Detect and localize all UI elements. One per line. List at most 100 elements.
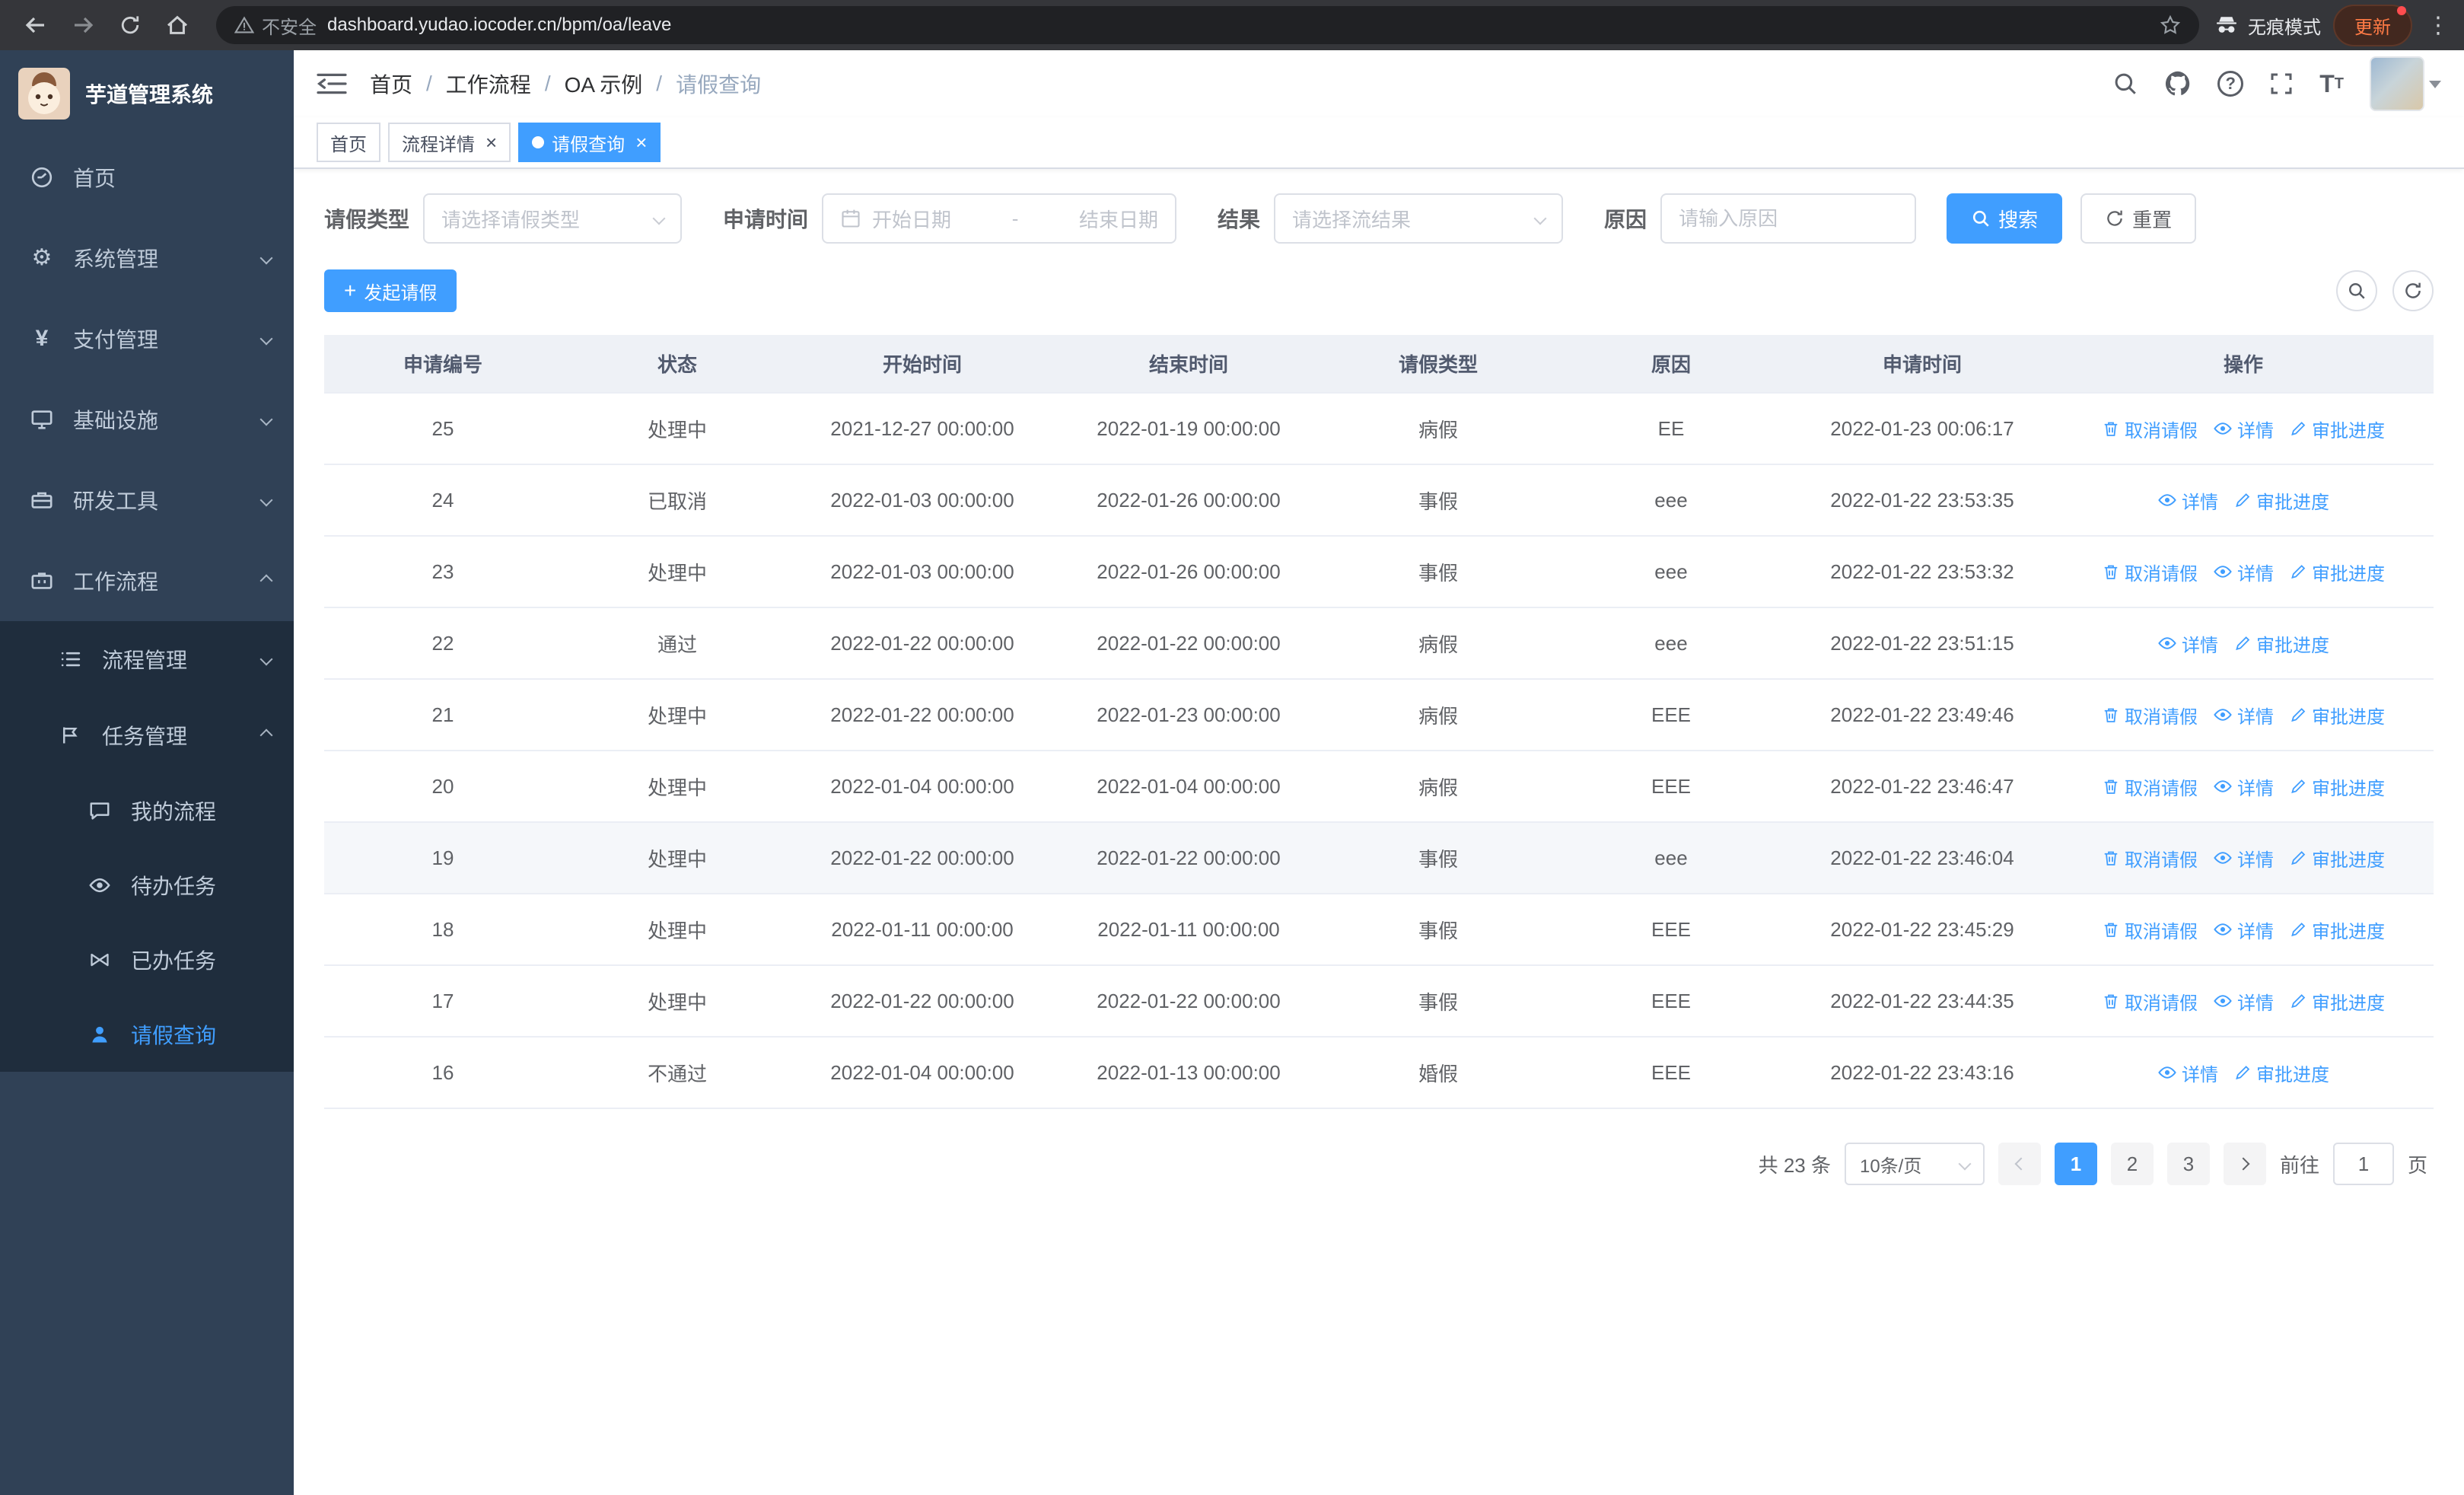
incognito-label: 无痕模式 (2248, 17, 2321, 38)
col-status: 状态 (562, 335, 793, 394)
page-button-2[interactable]: 2 (2110, 1143, 2154, 1185)
cancel-leave-link[interactable]: 取消请假 (2102, 702, 2198, 728)
sidebar-item-workflow[interactable]: 工作流程 (0, 540, 294, 621)
cell-reason: EEE (1551, 751, 1791, 823)
cell-leave-type: 事假 (1326, 894, 1551, 966)
reset-button[interactable]: 重置 (2080, 193, 2197, 244)
approval-progress-link[interactable]: 审批进度 (2233, 487, 2329, 514)
next-page-button[interactable] (2223, 1143, 2266, 1185)
tab-home[interactable]: 首页 (317, 123, 380, 162)
approval-progress-link[interactable]: 审批进度 (2289, 773, 2385, 800)
cancel-leave-link[interactable]: 取消请假 (2102, 773, 2198, 800)
approval-progress-link[interactable]: 审批进度 (2289, 916, 2385, 943)
sidebar-item-process-management[interactable]: 流程管理 (0, 621, 294, 697)
page-size-select[interactable]: 10条/页 (1844, 1143, 1985, 1185)
detail-link[interactable]: 详情 (2213, 702, 2274, 728)
prev-page-button[interactable] (1998, 1143, 2041, 1185)
sidebar-item-infrastructure[interactable]: 基础设施 (0, 379, 294, 460)
help-icon[interactable]: ? (2217, 71, 2244, 97)
cell-reason: EEE (1551, 1037, 1791, 1109)
tab-leave-query[interactable]: 请假查询 × (518, 123, 661, 162)
breadcrumb-item-workflow[interactable]: 工作流程 (446, 69, 531, 99)
sidebar-item-my-processes[interactable]: 我的流程 (0, 773, 294, 848)
detail-link[interactable]: 详情 (2213, 845, 2274, 872)
search-icon[interactable] (2112, 71, 2138, 97)
detail-link[interactable]: 详情 (2213, 916, 2274, 943)
close-icon[interactable]: × (635, 132, 647, 152)
approval-progress-link[interactable]: 审批进度 (2233, 1060, 2329, 1086)
goto-page-input[interactable] (2332, 1143, 2394, 1185)
refresh-icon (2105, 209, 2125, 228)
leave-table: 申请编号 状态 开始时间 结束时间 请假类型 原因 申请时间 操作 25 处理中… (324, 335, 2434, 1109)
yen-icon: ¥ (35, 326, 49, 351)
action-label: 取消请假 (2125, 850, 2198, 871)
create-leave-button[interactable]: + 发起请假 (324, 269, 457, 312)
cancel-leave-link[interactable]: 取消请假 (2102, 988, 2198, 1015)
detail-link[interactable]: 详情 (2213, 988, 2274, 1015)
detail-link[interactable]: 详情 (2213, 559, 2274, 585)
detail-link[interactable]: 详情 (2157, 487, 2218, 514)
browser-home-button[interactable] (157, 5, 198, 46)
action-label: 取消请假 (2125, 420, 2198, 441)
delete-icon (2102, 706, 2120, 724)
leave-type-select[interactable]: 请选择请假类型 (423, 193, 683, 244)
cancel-leave-link[interactable]: 取消请假 (2102, 416, 2198, 442)
apply-time-range-picker[interactable]: 开始日期 - 结束日期 (822, 193, 1177, 244)
browser-update-button[interactable]: 更新 (2333, 4, 2412, 46)
sidebar-item-system[interactable]: ⚙ 系统管理 (0, 218, 294, 298)
breadcrumb-item-home[interactable]: 首页 (370, 69, 412, 99)
approval-progress-link[interactable]: 审批进度 (2289, 416, 2385, 442)
action-label: 详情 (2182, 1064, 2218, 1085)
reason-input[interactable] (1660, 193, 1917, 244)
cancel-leave-link[interactable]: 取消请假 (2102, 845, 2198, 872)
browser-reload-button[interactable] (110, 5, 151, 46)
tab-process-detail[interactable]: 流程详情 × (388, 123, 511, 162)
cancel-leave-link[interactable]: 取消请假 (2102, 559, 2198, 585)
sidebar-item-done-tasks[interactable]: 已办任务 (0, 923, 294, 997)
user-menu[interactable] (2370, 56, 2441, 111)
detail-link[interactable]: 详情 (2157, 630, 2218, 657)
detail-link[interactable]: 详情 (2157, 1060, 2218, 1086)
sidebar-logo[interactable]: 芋道管理系统 (0, 50, 294, 137)
edit-icon (2233, 634, 2252, 652)
sidebar-item-home[interactable]: 首页 (0, 137, 294, 218)
refresh-table-button[interactable] (2392, 270, 2434, 311)
browser-menu-icon[interactable]: ⋮ (2424, 12, 2452, 39)
url-text: dashboard.yudao.iocoder.cn/bpm/oa/leave (327, 14, 672, 35)
avatar[interactable] (2370, 56, 2424, 111)
sidebar-item-payment[interactable]: ¥ 支付管理 (0, 298, 294, 379)
sidebar-item-todo-tasks[interactable]: 待办任务 (0, 848, 294, 923)
sidebar-item-task-management[interactable]: 任务管理 (0, 697, 294, 773)
page-button-3[interactable]: 3 (2166, 1143, 2210, 1185)
bookmark-star-icon[interactable] (2160, 14, 2181, 36)
toggle-search-button[interactable] (2336, 270, 2377, 311)
cancel-leave-link[interactable]: 取消请假 (2102, 916, 2198, 943)
fullscreen-icon[interactable] (2269, 72, 2294, 96)
cell-leave-type: 事假 (1326, 822, 1551, 894)
browser-forward-button[interactable] (62, 5, 103, 46)
font-size-icon[interactable]: TT (2319, 72, 2344, 96)
security-warning-label: 不安全 (262, 17, 317, 38)
breadcrumb-item-oa-example[interactable]: OA 示例 (565, 69, 643, 99)
browser-back-button[interactable] (15, 5, 56, 46)
sidebar-collapse-icon[interactable] (317, 71, 347, 97)
approval-progress-link[interactable]: 审批进度 (2289, 559, 2385, 585)
detail-link[interactable]: 详情 (2213, 416, 2274, 442)
approval-progress-link[interactable]: 审批进度 (2289, 845, 2385, 872)
approval-progress-link[interactable]: 审批进度 (2289, 988, 2385, 1015)
view-icon (2213, 562, 2233, 582)
cell-status: 通过 (562, 607, 793, 680)
detail-link[interactable]: 详情 (2213, 773, 2274, 800)
page-button-1[interactable]: 1 (2054, 1143, 2097, 1185)
github-icon[interactable] (2164, 70, 2192, 97)
sidebar-item-devtools[interactable]: 研发工具 (0, 460, 294, 540)
approval-progress-link[interactable]: 审批进度 (2289, 702, 2385, 728)
result-select[interactable]: 请选择流结果 (1274, 193, 1564, 244)
sidebar-item-leave-query[interactable]: 请假查询 (0, 997, 294, 1072)
cell-leave-type: 事假 (1326, 464, 1551, 537)
approval-progress-link[interactable]: 审批进度 (2233, 630, 2329, 657)
address-bar[interactable]: 不安全 dashboard.yudao.iocoder.cn/bpm/oa/le… (216, 6, 2199, 44)
security-warning[interactable]: 不安全 (234, 12, 317, 39)
close-icon[interactable]: × (485, 132, 497, 152)
search-button[interactable]: 搜索 (1947, 193, 2063, 244)
